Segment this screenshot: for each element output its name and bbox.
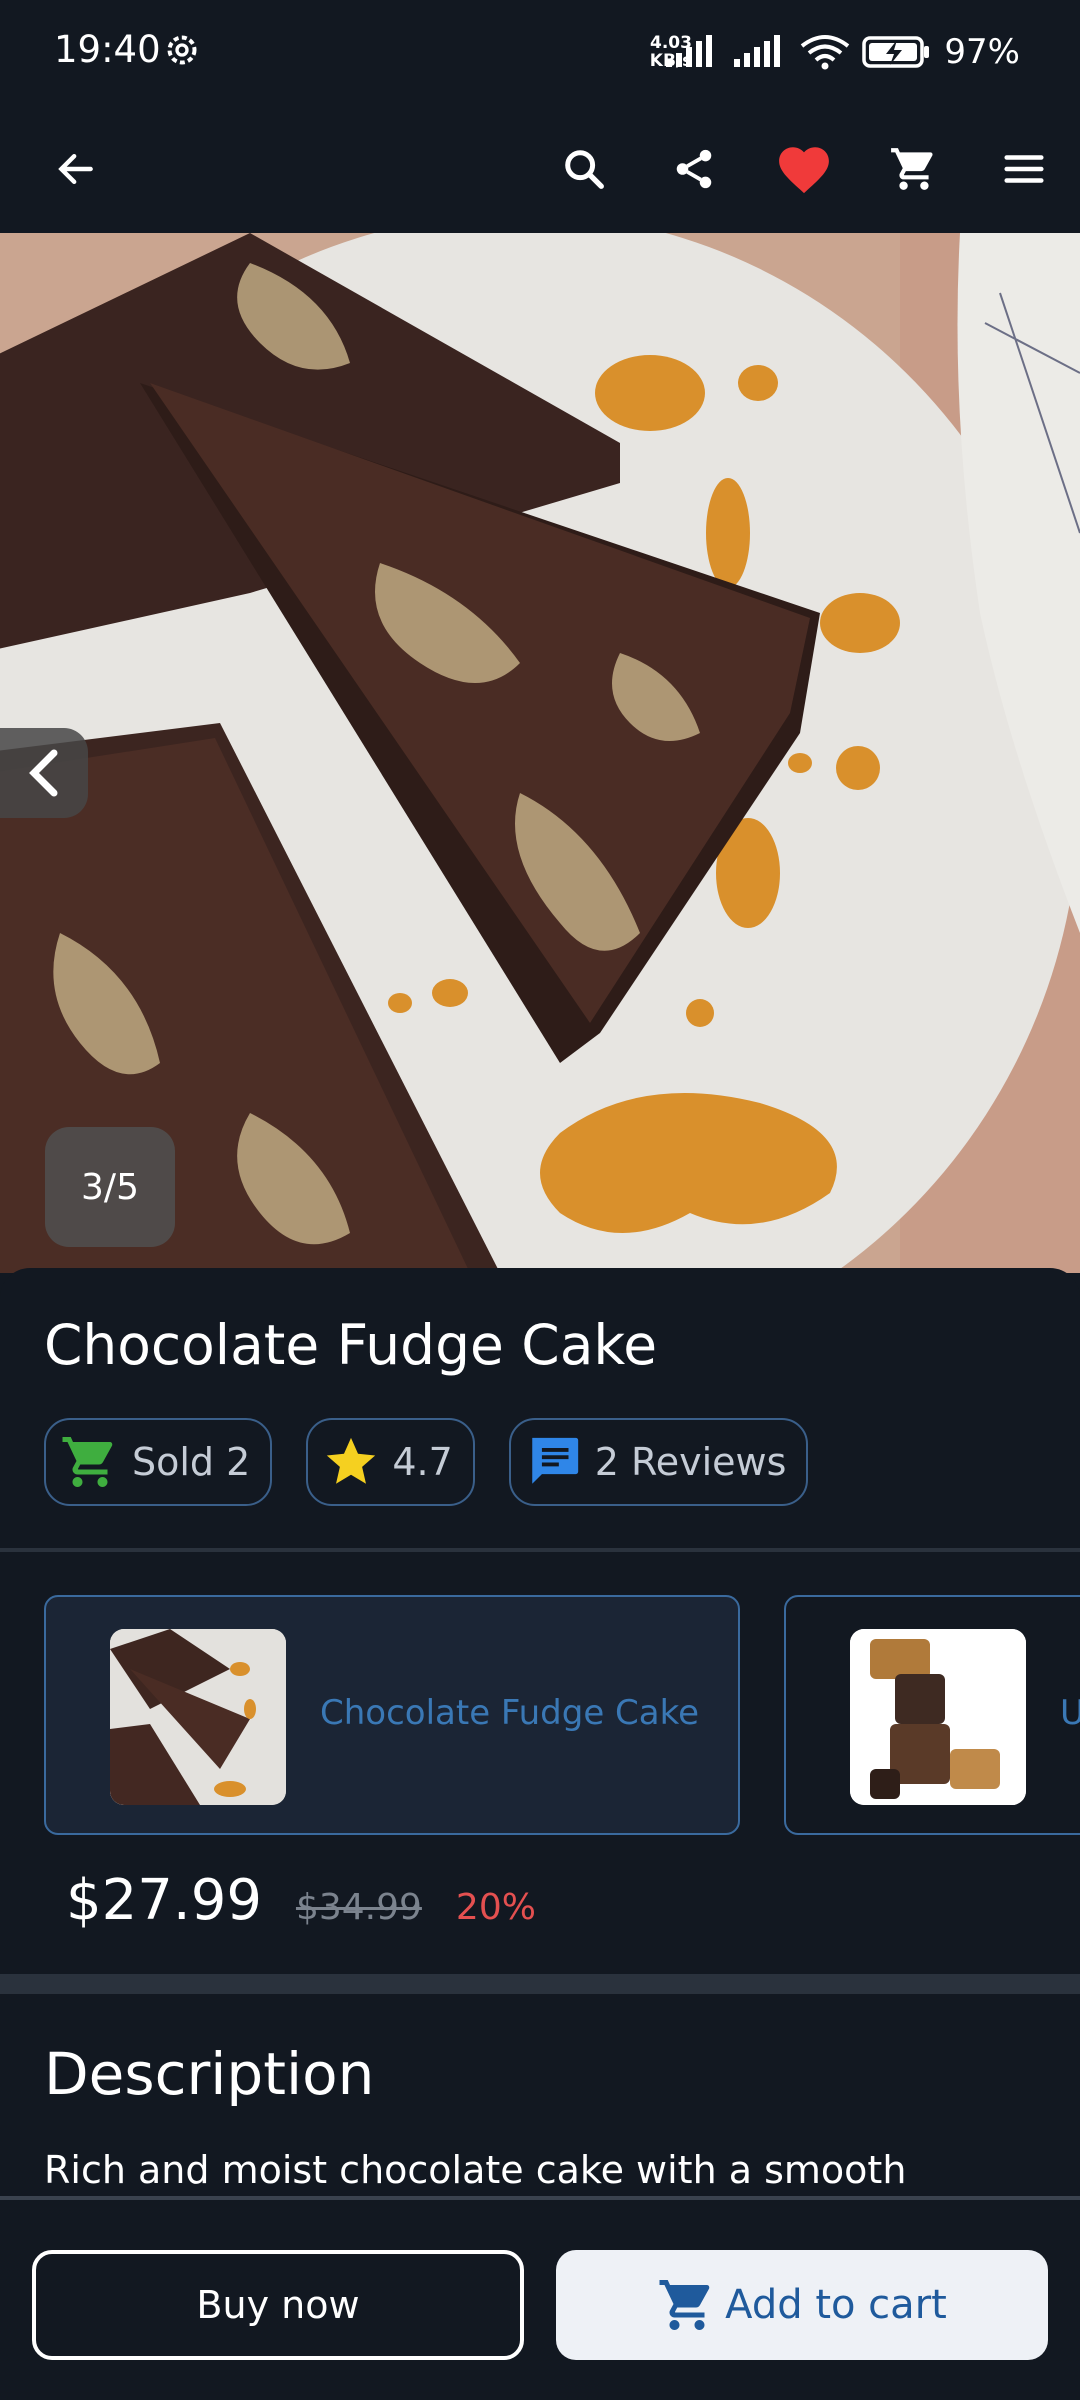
reviews-chip[interactable]: 2 Reviews (508, 1418, 809, 1506)
variant-label: U (1060, 1693, 1080, 1733)
variant-option[interactable]: U (784, 1595, 1080, 1835)
current-price: $27.99 (66, 1868, 262, 1933)
wifi-icon (801, 35, 850, 70)
menu-icon (1004, 155, 1044, 183)
back-button[interactable] (38, 131, 114, 207)
cart-icon (659, 2280, 710, 2330)
section-divider (0, 1974, 1080, 1994)
star-icon (327, 1437, 376, 1484)
back-arrow-icon (58, 153, 93, 185)
rating-value: 4.7 (392, 1440, 453, 1484)
comment-icon (532, 1437, 578, 1484)
reviews-count: 2 Reviews (594, 1440, 787, 1484)
status-bar: 19:40 4.03 KB/s 97% (0, 0, 1080, 105)
signal-icon (666, 35, 713, 67)
rating-chip[interactable]: 4.7 (306, 1418, 475, 1506)
bottom-action-bar: Buy now Add to cart (0, 2196, 1080, 2400)
battery-charging-icon (862, 36, 930, 68)
add-to-cart-button[interactable]: Add to cart (556, 2250, 1048, 2360)
original-price: $34.99 (295, 1887, 422, 1928)
share-icon (676, 149, 712, 189)
variant-thumbnail (850, 1629, 1026, 1805)
add-to-cart-label: Add to cart (725, 2282, 947, 2328)
app-bar (0, 105, 1080, 233)
buy-now-button[interactable]: Buy now (32, 2250, 524, 2360)
search-button[interactable] (546, 131, 622, 207)
description-heading: Description (44, 2040, 375, 2108)
heart-icon (779, 147, 829, 194)
buy-now-label: Buy now (196, 2283, 360, 2327)
product-title: Chocolate Fudge Cake (44, 1313, 658, 1377)
variant-option-selected[interactable]: Chocolate Fudge Cake (44, 1595, 740, 1835)
discount-badge: 20% (455, 1887, 536, 1928)
sold-chip[interactable]: Sold 2 (44, 1418, 273, 1506)
share-button[interactable] (656, 131, 732, 207)
variant-thumbnail (110, 1629, 286, 1805)
description-text: Rich and moist chocolate cake with a smo… (44, 2148, 907, 2192)
cart-button[interactable] (876, 131, 952, 207)
cart-icon (62, 1437, 113, 1487)
product-photo (0, 233, 1080, 1273)
battery-percent: 97% (944, 32, 1020, 72)
chevron-left-icon (29, 749, 58, 797)
menu-button[interactable] (986, 131, 1062, 207)
settings-gear-icon (167, 35, 197, 65)
cart-icon (891, 148, 933, 190)
signal-icon-2 (734, 35, 781, 67)
status-indicators: 97% (664, 30, 1020, 74)
product-image-gallery[interactable]: 3/5 (0, 233, 1080, 1273)
variant-selector: Chocolate Fudge Cake U (44, 1595, 1080, 1835)
search-icon (565, 150, 604, 189)
price-row: $27.99 $34.99 20% (66, 1868, 536, 1933)
image-counter: 3/5 (45, 1127, 175, 1247)
status-time: 19:40 (54, 28, 161, 71)
variant-label: Chocolate Fudge Cake (320, 1693, 700, 1733)
previous-image-button[interactable] (0, 728, 88, 818)
product-stats: Sold 2 4.7 2 Reviews (44, 1418, 809, 1506)
sold-count: Sold 2 (132, 1440, 251, 1484)
divider (0, 1548, 1080, 1552)
favorite-button[interactable] (766, 131, 842, 207)
